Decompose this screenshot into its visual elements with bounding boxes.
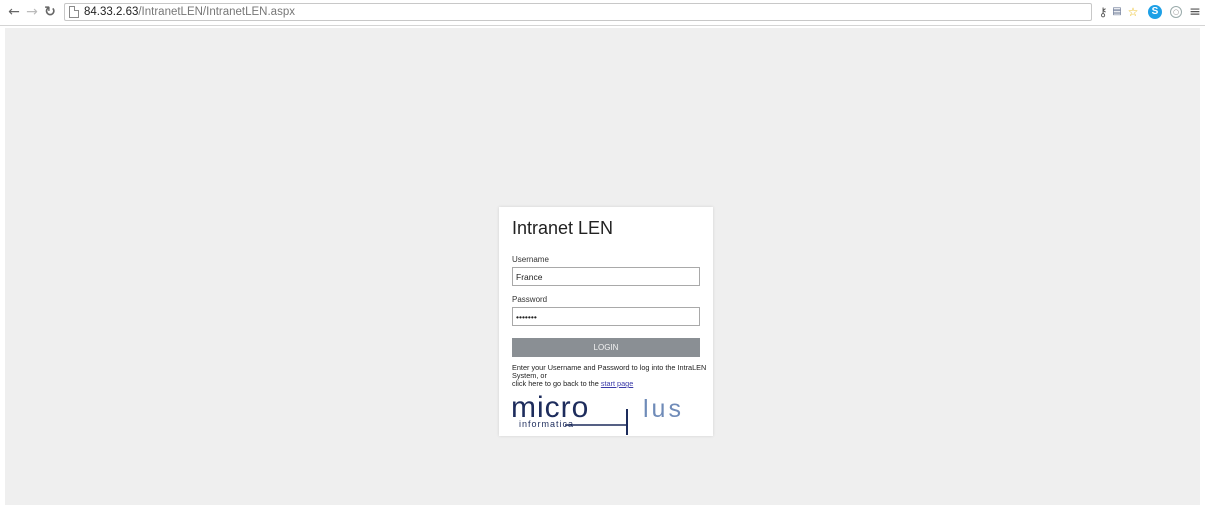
password-label: Password xyxy=(512,295,548,304)
bookmark-star-icon[interactable]: ☆ xyxy=(1126,4,1140,20)
url-host: 84.33.2.63 xyxy=(84,6,139,18)
forward-arrow-icon[interactable]: → xyxy=(24,3,40,21)
key-extension-icon[interactable]: ⚷ xyxy=(1097,4,1109,20)
help-text-line1: Enter your Username and Password to log … xyxy=(512,363,707,380)
microplus-logo-graphic: micro informatica lus xyxy=(511,391,684,435)
microplus-logo: micro informatica lus xyxy=(509,391,705,435)
help-text: Enter your Username and Password to log … xyxy=(512,364,712,388)
login-title: Intranet LEN xyxy=(512,218,614,238)
back-arrow-icon[interactable]: ← xyxy=(6,3,22,21)
logo-text-plus: lus xyxy=(643,395,684,423)
browser-toolbar: ← → ↻ 84.33.2.63/IntranetLEN/IntranetLEN… xyxy=(0,0,1205,26)
skype-icon[interactable]: S xyxy=(1148,5,1162,19)
translate-extension-icon[interactable]: ▤ xyxy=(1110,4,1124,20)
start-page-link[interactable]: start page xyxy=(601,379,633,388)
logo-text-tagline: informatica xyxy=(519,419,574,429)
reload-icon[interactable]: ↻ xyxy=(42,3,58,21)
username-input[interactable] xyxy=(512,267,700,286)
url-path: /IntranetLEN/IntranetLEN.aspx xyxy=(138,6,295,18)
login-button[interactable]: LOGIN xyxy=(512,338,700,357)
password-input[interactable] xyxy=(512,307,700,326)
login-card: Intranet LEN Username Password LOGIN Ent… xyxy=(499,207,713,436)
address-bar[interactable]: 84.33.2.63/IntranetLEN/IntranetLEN.aspx xyxy=(64,3,1092,21)
extension-circle-icon[interactable]: ○ xyxy=(1170,6,1182,18)
help-text-line2: click here to go back to the xyxy=(512,379,601,388)
address-url[interactable]: 84.33.2.63/IntranetLEN/IntranetLEN.aspx xyxy=(84,5,295,20)
menu-icon[interactable]: ≡ xyxy=(1188,4,1202,20)
username-label: Username xyxy=(512,255,549,264)
page-icon xyxy=(69,6,79,18)
